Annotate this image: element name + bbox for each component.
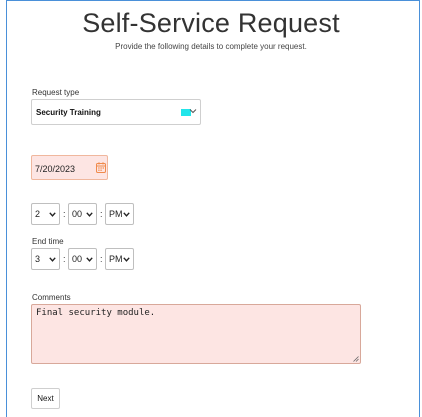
comments-textarea[interactable]: Final security module.: [31, 304, 361, 364]
page-subtitle: Provide the following details to complet…: [115, 42, 307, 51]
chevron-down-icon: [86, 257, 93, 262]
start-hour-select[interactable]: 2: [31, 203, 60, 225]
start-hour-value: 2: [35, 209, 41, 219]
end-minute-value: 00: [72, 254, 83, 264]
date-value: 7/20/2023: [35, 164, 76, 174]
time-separator: :: [63, 209, 66, 219]
time-separator: :: [100, 254, 103, 264]
date-input[interactable]: 7/20/2023: [31, 155, 108, 180]
start-minute-value: 00: [72, 209, 83, 219]
chevron-down-icon: [123, 212, 130, 217]
calendar-icon[interactable]: [96, 162, 106, 173]
chevron-down-icon: [49, 212, 56, 217]
chevron-down-icon: [49, 257, 56, 262]
next-button[interactable]: Next: [31, 388, 60, 409]
chevron-down-icon: [123, 257, 130, 262]
comments-label: Comments: [32, 293, 71, 302]
end-minute-select[interactable]: 00: [68, 248, 97, 270]
chevron-down-icon: [189, 109, 197, 114]
request-type-select[interactable]: Security Training: [31, 99, 201, 125]
request-type-value: Security Training: [36, 108, 101, 117]
start-ampm-value: PM: [109, 209, 123, 219]
end-hour-value: 3: [35, 254, 41, 264]
end-ampm-select[interactable]: PM: [105, 248, 134, 270]
end-hour-select[interactable]: 3: [31, 248, 60, 270]
end-ampm-value: PM: [109, 254, 123, 264]
start-ampm-select[interactable]: PM: [105, 203, 134, 225]
start-minute-select[interactable]: 00: [68, 203, 97, 225]
chevron-down-icon: [86, 212, 93, 217]
page-title: Self-Service Request: [82, 8, 340, 38]
resize-grip-icon[interactable]: [353, 356, 359, 362]
request-type-label: Request type: [32, 88, 80, 97]
end-time-label: End time: [32, 237, 64, 246]
time-separator: :: [63, 254, 66, 264]
time-separator: :: [100, 209, 103, 219]
